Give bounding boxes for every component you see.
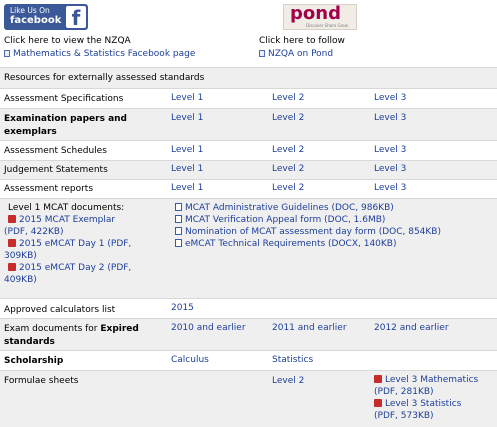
table-row: Formulae sheets Level 2 Level 3 Mathemat… bbox=[0, 370, 497, 427]
facebook-page-link[interactable]: Mathematics & Statistics Facebook page bbox=[13, 49, 195, 59]
formulae-pdf-link[interactable]: Level 3 Statistics bbox=[374, 398, 478, 410]
row-label: Approved calculators list bbox=[4, 305, 116, 315]
mcat-pdf-link[interactable]: 2015 MCAT Exemplar bbox=[8, 214, 131, 226]
expired-link[interactable]: 2010 and earlier bbox=[171, 323, 246, 333]
mcat-doc-link-text[interactable]: MCAT Verification Appeal form (DOC, 1.6M… bbox=[185, 215, 385, 225]
level-link[interactable]: Level 2 bbox=[272, 164, 304, 174]
table-row: Assessment Schedules Level 1 Level 2 Lev… bbox=[0, 140, 497, 160]
formulae-link-text[interactable]: Level 3 Mathematics bbox=[385, 375, 478, 385]
formulae-link-size[interactable]: (PDF, 281KB) bbox=[374, 387, 434, 397]
pond-badge-word: pond bbox=[290, 3, 341, 24]
mcat-doc-link-text[interactable]: eMCAT Technical Requirements (DOCX, 140K… bbox=[185, 239, 396, 249]
mcat-doc-link-text[interactable]: MCAT Administrative Guidelines (DOC, 986… bbox=[185, 203, 394, 213]
row-label: Scholarship bbox=[4, 356, 64, 366]
table-row: Scholarship Calculus Statistics bbox=[0, 350, 497, 370]
row-label: Assessment Specifications bbox=[4, 94, 124, 104]
pdf-icon bbox=[374, 399, 382, 407]
word-doc-icon bbox=[175, 239, 182, 247]
level-link[interactable]: Level 1 bbox=[171, 113, 203, 123]
word-doc-icon bbox=[175, 227, 182, 235]
level-link[interactable]: Level 1 bbox=[171, 93, 203, 103]
mcat-label: Level 1 MCAT documents: bbox=[8, 203, 125, 213]
pond-caption: Click here to follow bbox=[259, 36, 345, 46]
row-label: Exam documents for Expired standards bbox=[4, 323, 139, 349]
facebook-badge[interactable]: Like Us On facebook f bbox=[4, 4, 88, 30]
mcat-doc-link[interactable]: MCAT Administrative Guidelines (DOC, 986… bbox=[175, 202, 441, 214]
mcat-doc-link[interactable]: eMCAT Technical Requirements (DOCX, 140K… bbox=[175, 238, 441, 250]
expired-link[interactable]: 2011 and earlier bbox=[272, 323, 347, 333]
mcat-doc-link[interactable]: Nomination of MCAT assessment day form (… bbox=[175, 226, 441, 238]
table-row: Assessment reports Level 1 Level 2 Level… bbox=[0, 179, 497, 198]
table-row: Judgement Statements Level 1 Level 2 Lev… bbox=[0, 160, 497, 179]
level-link[interactable]: Level 1 bbox=[171, 145, 203, 155]
mcat-link-size[interactable]: (PDF, 422KB) bbox=[4, 227, 64, 237]
section-header: Resources for externally assessed standa… bbox=[0, 67, 497, 88]
formulae-level3-links: Level 3 Mathematics (PDF, 281KB) Level 3… bbox=[374, 374, 478, 422]
level-link[interactable]: Level 1 bbox=[171, 164, 203, 174]
level-link[interactable]: Level 2 bbox=[272, 183, 304, 193]
level-link[interactable]: Level 2 bbox=[272, 145, 304, 155]
level-link[interactable]: Level 3 bbox=[374, 93, 406, 103]
row-label: Judgement Statements bbox=[4, 165, 108, 175]
level-link[interactable]: Level 2 bbox=[272, 93, 304, 103]
row-label: Formulae sheets bbox=[4, 376, 79, 386]
facebook-caption: Click here to view the NZQA bbox=[4, 36, 131, 46]
mcat-link-text[interactable]: 2015 MCAT Exemplar bbox=[19, 215, 115, 225]
link-page-icon bbox=[259, 50, 265, 57]
row-label: Assessment reports bbox=[4, 184, 94, 194]
pond-link-row[interactable]: NZQA on Pond bbox=[259, 49, 333, 59]
formulae-pdf-link[interactable]: Level 3 Mathematics bbox=[374, 374, 478, 386]
calculators-link[interactable]: 2015 bbox=[171, 303, 194, 313]
facebook-link-row[interactable]: Mathematics & Statistics Facebook page bbox=[4, 49, 195, 59]
word-doc-icon bbox=[175, 215, 182, 223]
formulae-link-text[interactable]: Level 3 Statistics bbox=[385, 399, 461, 409]
level-link[interactable]: Level 2 bbox=[272, 113, 304, 123]
mcat-doc-link[interactable]: MCAT Verification Appeal form (DOC, 1.6M… bbox=[175, 214, 441, 226]
scholarship-link[interactable]: Statistics bbox=[272, 355, 313, 365]
table-row: Examination papers and exemplars Level 1… bbox=[0, 108, 497, 140]
expired-label-pre: Exam documents for bbox=[4, 324, 101, 334]
level-link[interactable]: Level 3 bbox=[374, 113, 406, 123]
mcat-link-text[interactable]: 2015 eMCAT Day 2 (PDF, bbox=[19, 263, 131, 273]
mcat-row: Level 1 MCAT documents: 2015 MCAT Exempl… bbox=[0, 198, 497, 298]
section-title: Resources for externally assessed standa… bbox=[4, 73, 205, 83]
formulae-link-size[interactable]: (PDF, 573KB) bbox=[374, 411, 434, 421]
table-row: Assessment Specifications Level 1 Level … bbox=[0, 88, 497, 108]
mcat-link-size[interactable]: 409KB) bbox=[4, 275, 37, 285]
pond-badge[interactable]: pond Discover Share Grow bbox=[283, 4, 357, 30]
table-row: Exam documents for Expired standards 201… bbox=[0, 318, 497, 350]
level-link[interactable]: Level 3 bbox=[374, 145, 406, 155]
level-link[interactable]: Level 3 bbox=[374, 183, 406, 193]
facebook-f-icon: f bbox=[66, 6, 86, 30]
table-row: Approved calculators list 2015 bbox=[0, 298, 497, 318]
word-doc-icon bbox=[175, 203, 182, 211]
row-label: Assessment Schedules bbox=[4, 146, 107, 156]
scholarship-link[interactable]: Calculus bbox=[171, 355, 209, 365]
mcat-right-column: MCAT Administrative Guidelines (DOC, 986… bbox=[175, 202, 441, 250]
row-label: Examination papers and exemplars bbox=[4, 114, 127, 137]
pdf-icon bbox=[8, 215, 16, 223]
pdf-icon bbox=[8, 239, 16, 247]
formulae-link[interactable]: Level 2 bbox=[272, 376, 304, 386]
level-link[interactable]: Level 1 bbox=[171, 183, 203, 193]
mcat-left-column: Level 1 MCAT documents: 2015 MCAT Exempl… bbox=[4, 202, 131, 286]
mcat-link-text[interactable]: 2015 eMCAT Day 1 (PDF, bbox=[19, 239, 131, 249]
level-link[interactable]: Level 3 bbox=[374, 164, 406, 174]
expired-link[interactable]: 2012 and earlier bbox=[374, 323, 449, 333]
mcat-link-size[interactable]: 309KB) bbox=[4, 251, 37, 261]
link-page-icon bbox=[4, 50, 10, 57]
mcat-doc-link-text[interactable]: Nomination of MCAT assessment day form (… bbox=[185, 227, 441, 237]
pond-link[interactable]: NZQA on Pond bbox=[268, 49, 333, 59]
expired-label-line2: standards bbox=[4, 337, 55, 347]
pdf-icon bbox=[8, 263, 16, 271]
mcat-pdf-link[interactable]: 2015 eMCAT Day 2 (PDF, bbox=[8, 262, 131, 274]
expired-label-bold: Expired bbox=[100, 324, 139, 334]
pdf-icon bbox=[374, 375, 382, 383]
mcat-pdf-link[interactable]: 2015 eMCAT Day 1 (PDF, bbox=[8, 238, 131, 250]
